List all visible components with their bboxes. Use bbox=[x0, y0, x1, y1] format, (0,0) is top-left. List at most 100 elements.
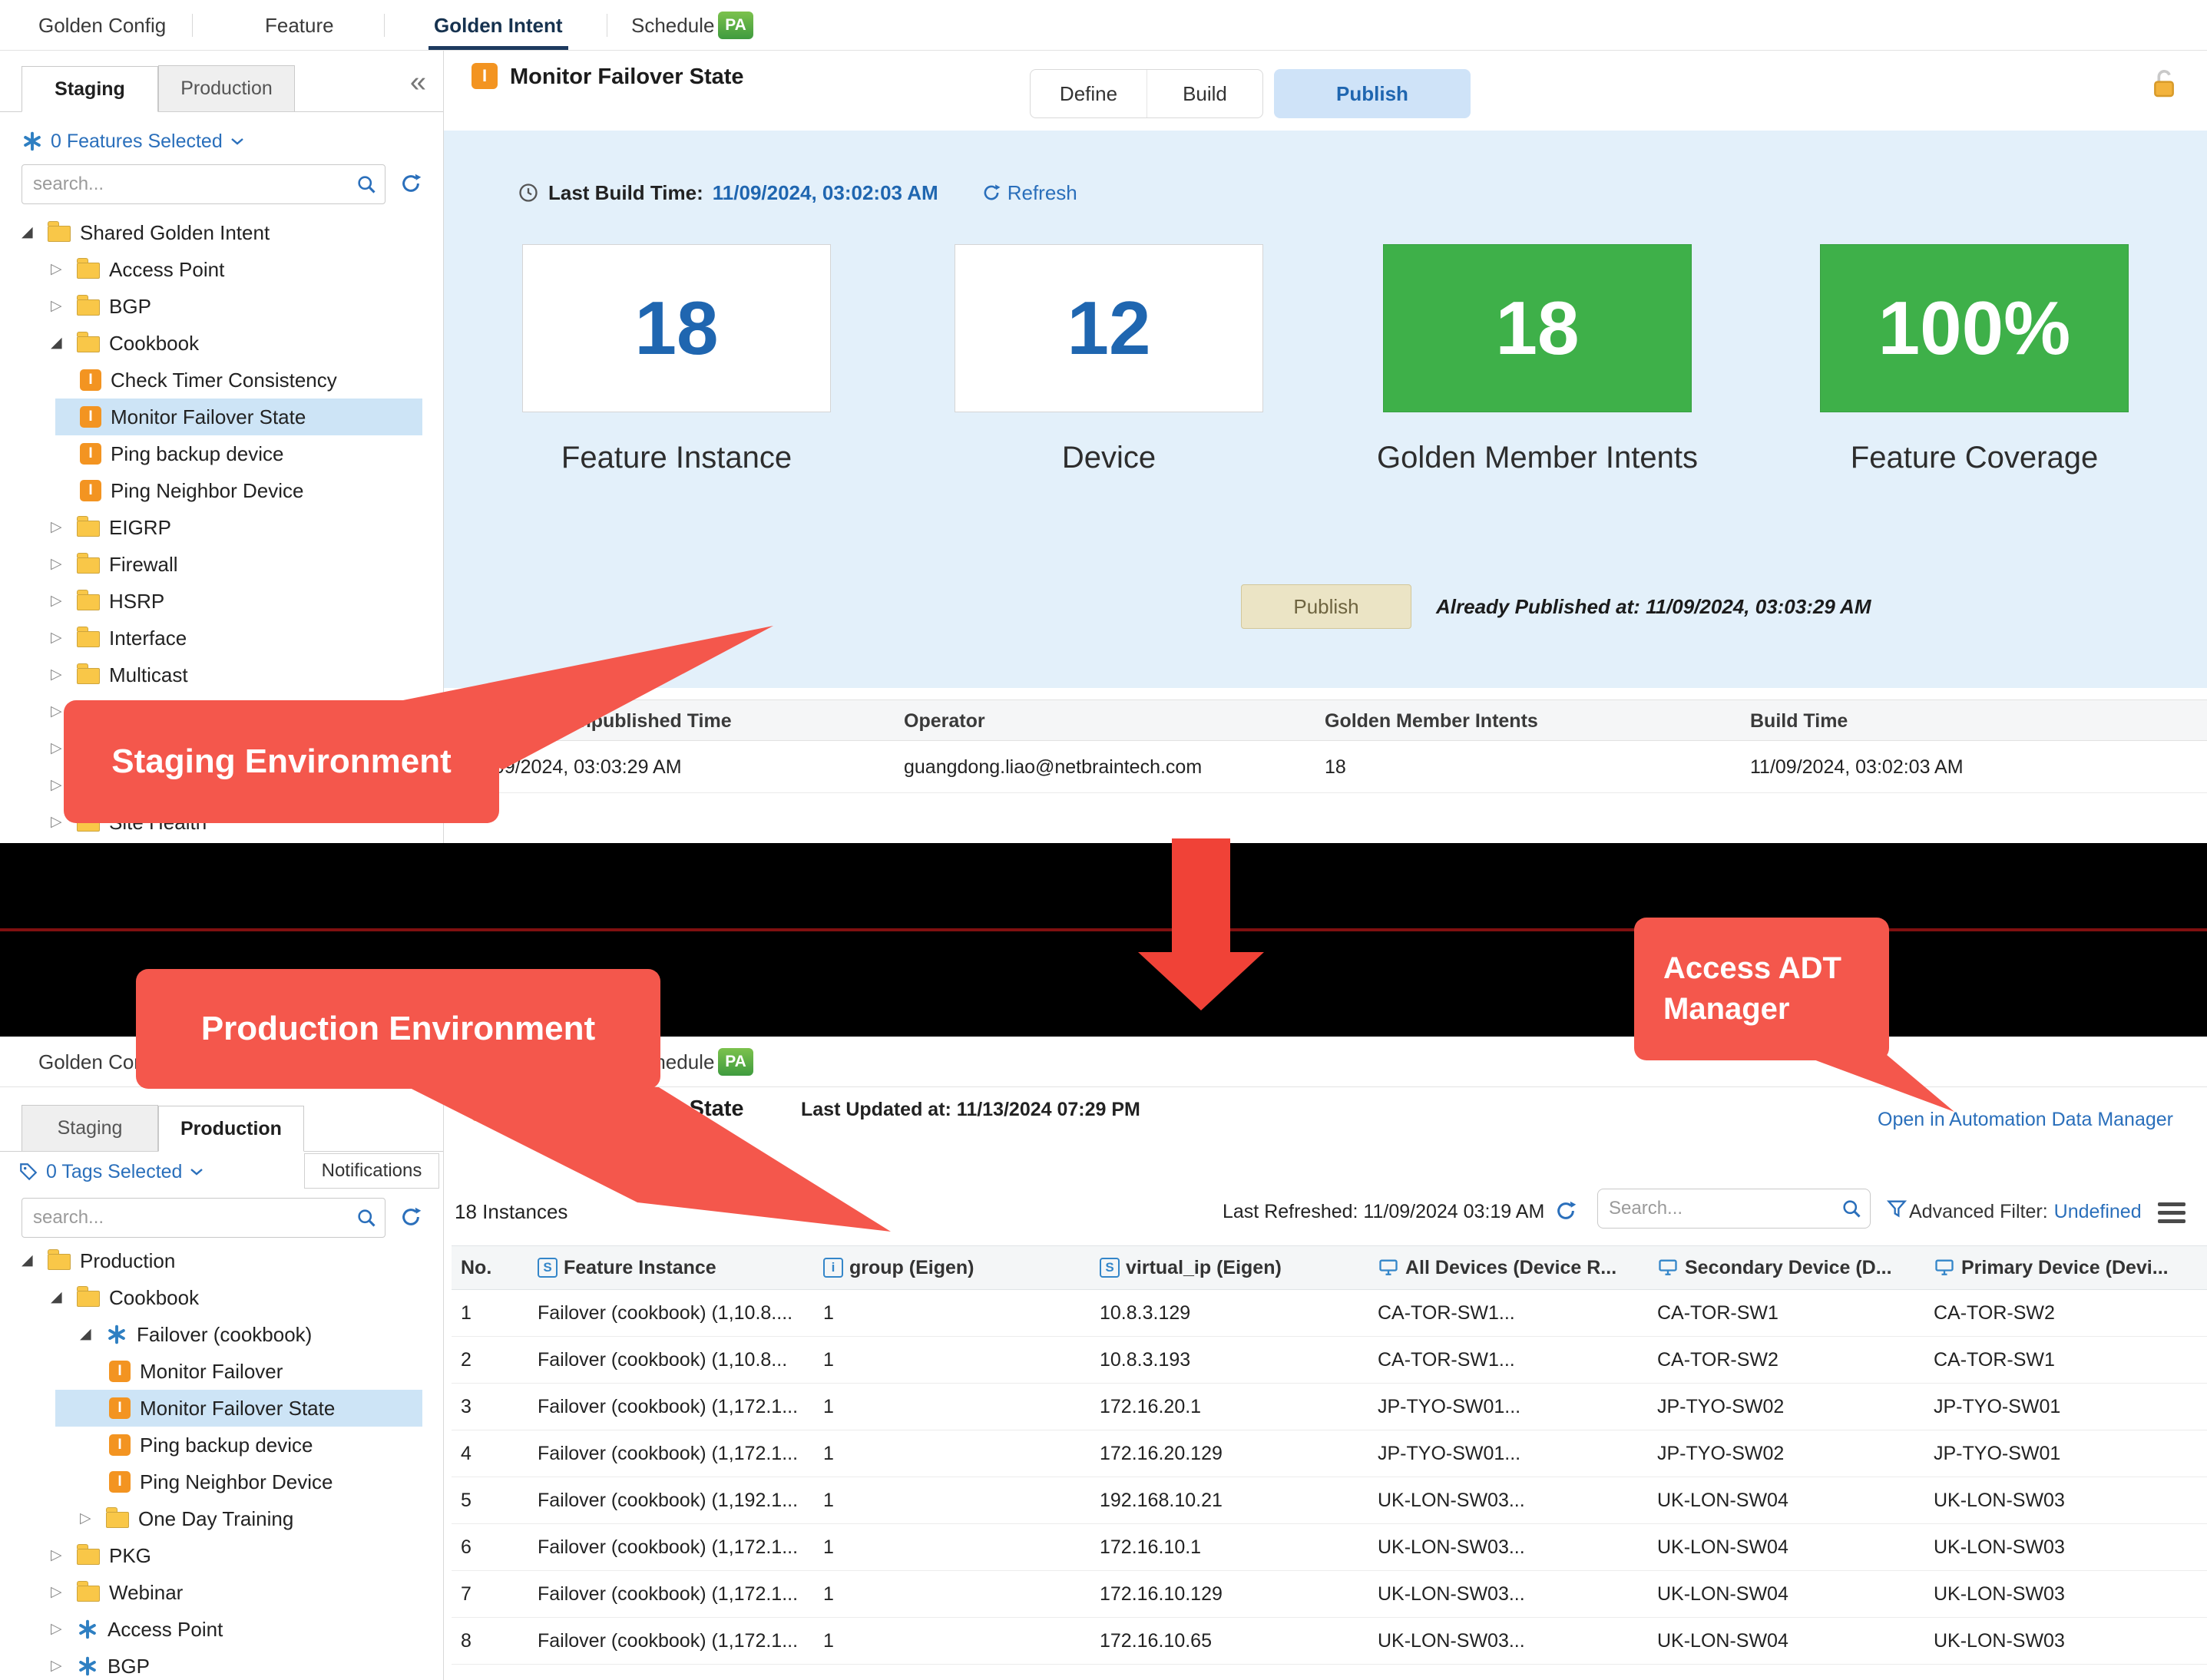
col-feature-instance[interactable]: SFeature Instance bbox=[528, 1246, 814, 1289]
table-row[interactable]: 7Failover (cookbook) (1,172.1...1172.16.… bbox=[452, 1571, 2207, 1618]
tree-item-label: Check Timer Consistency bbox=[111, 369, 337, 392]
table-row[interactable]: 6Failover (cookbook) (1,172.1...1172.16.… bbox=[452, 1524, 2207, 1571]
expand-toggle-icon[interactable]: ▷ bbox=[80, 1500, 106, 1537]
tab-golden-config[interactable]: Golden Config bbox=[38, 0, 166, 51]
tree-item-firewall[interactable]: ▷Firewall bbox=[0, 546, 442, 583]
last-build-row: Last Build Time: 11/09/2024, 03:02:03 AM… bbox=[518, 173, 1077, 213]
table-row[interactable]: 4Failover (cookbook) (1,172.1...1172.16.… bbox=[452, 1430, 2207, 1477]
table-row[interactable]: 8Failover (cookbook) (1,172.1...1172.16.… bbox=[452, 1618, 2207, 1665]
expand-toggle-icon[interactable]: ▷ bbox=[51, 1611, 77, 1648]
expand-toggle-icon[interactable]: ▷ bbox=[51, 656, 77, 693]
col-all-devices[interactable]: All Devices (Device R... bbox=[1368, 1246, 1648, 1289]
expand-toggle-icon[interactable]: ▷ bbox=[51, 620, 77, 656]
features-selected-filter[interactable]: 0 Features Selected bbox=[22, 127, 244, 155]
table-row[interactable]: 1Failover (cookbook) (1,10.8....110.8.3.… bbox=[452, 1290, 2207, 1337]
tree-item-check-timer-consistency[interactable]: ICheck Timer Consistency bbox=[0, 362, 442, 399]
tree-item-bgp[interactable]: ▷BGP bbox=[0, 1648, 442, 1680]
tree-item-multicast[interactable]: ▷Multicast bbox=[0, 656, 442, 693]
col-no[interactable]: No. bbox=[452, 1246, 528, 1289]
refresh-icon[interactable] bbox=[399, 1205, 422, 1232]
tree-item-webinar[interactable]: ▷Webinar bbox=[0, 1574, 442, 1611]
expand-toggle-icon[interactable]: ◢ bbox=[22, 214, 48, 251]
expand-toggle-icon[interactable]: ▷ bbox=[51, 288, 77, 325]
table-menu-icon[interactable] bbox=[2158, 1202, 2185, 1223]
expand-toggle-icon[interactable]: ▷ bbox=[51, 1574, 77, 1611]
tree-item-label: Production bbox=[80, 1249, 175, 1273]
tree-item-ping-neighbor-device[interactable]: IPing Neighbor Device bbox=[0, 472, 442, 509]
search-icon[interactable] bbox=[1841, 1198, 1862, 1219]
tree-item-interface[interactable]: ▷Interface bbox=[0, 620, 442, 656]
tree-item-label: Shared Golden Intent bbox=[80, 221, 270, 245]
expand-toggle-icon[interactable]: ◢ bbox=[51, 325, 77, 362]
tree-item-ping-neighbor-device[interactable]: IPing Neighbor Device bbox=[0, 1463, 442, 1500]
tree-item-access-point[interactable]: ▷Access Point bbox=[0, 251, 442, 288]
lock-icon[interactable] bbox=[2149, 68, 2179, 105]
tree-item-monitor-failover[interactable]: IMonitor Failover bbox=[0, 1353, 442, 1390]
tree-item-ping-backup-device[interactable]: IPing backup device bbox=[0, 435, 442, 472]
tree-item-cookbook[interactable]: ◢Cookbook bbox=[0, 1279, 442, 1316]
col-primary-device[interactable]: Primary Device (Devi... bbox=[1924, 1246, 2207, 1289]
table-cell: 1 bbox=[452, 1290, 528, 1336]
expand-toggle-icon[interactable]: ▷ bbox=[51, 1537, 77, 1574]
sidebar-tab-staging[interactable]: Staging bbox=[22, 66, 158, 112]
tree-item-monitor-failover-state[interactable]: IMonitor Failover State bbox=[0, 399, 442, 435]
publish-tab-button[interactable]: Publish bbox=[1274, 69, 1471, 118]
open-in-adm-link[interactable]: Open in Automation Data Manager bbox=[1878, 1109, 2173, 1131]
tree-item-failover-cookbook[interactable]: ◢Failover (cookbook) bbox=[0, 1316, 442, 1353]
stat-card-feature-coverage: 100% bbox=[1820, 244, 2129, 412]
expand-toggle-icon[interactable]: ▷ bbox=[51, 583, 77, 620]
sidebar-tab-production[interactable]: Production bbox=[158, 1106, 304, 1152]
tree-item-one-day-training[interactable]: ▷One Day Training bbox=[0, 1500, 442, 1537]
expand-toggle-icon[interactable]: ▷ bbox=[51, 251, 77, 288]
sidebar-tab-staging[interactable]: Staging bbox=[22, 1105, 158, 1151]
tags-selected-filter[interactable]: 0 Tags Selected bbox=[18, 1156, 203, 1187]
tree-item-eigrp[interactable]: ▷EIGRP bbox=[0, 509, 442, 546]
expand-toggle-icon[interactable]: ▷ bbox=[51, 509, 77, 546]
search-input[interactable] bbox=[22, 173, 356, 196]
table-row[interactable]: 3Failover (cookbook) (1,172.1...1172.16.… bbox=[452, 1384, 2207, 1430]
tags-selected-label: 0 Tags Selected bbox=[46, 1161, 182, 1183]
tab-golden-intent[interactable]: Golden Intent bbox=[434, 0, 563, 51]
search-input[interactable] bbox=[1598, 1197, 1841, 1220]
table-cell: 1 bbox=[814, 1571, 1090, 1617]
tree-item-access-point[interactable]: ▷Access Point bbox=[0, 1611, 442, 1648]
collapse-sidebar-icon[interactable]: « bbox=[410, 68, 426, 97]
refresh-icon[interactable] bbox=[399, 172, 422, 199]
tree-item-hsrp[interactable]: ▷HSRP bbox=[0, 583, 442, 620]
expand-toggle-icon[interactable]: ◢ bbox=[22, 1242, 48, 1279]
filter-funnel-icon[interactable] bbox=[1886, 1198, 1908, 1223]
sidebar-tab-production[interactable]: Production bbox=[158, 65, 295, 111]
search-icon[interactable] bbox=[356, 174, 377, 195]
col-secondary-device[interactable]: Secondary Device (D... bbox=[1648, 1246, 1924, 1289]
tree-item-cookbook[interactable]: ◢Cookbook bbox=[0, 325, 442, 362]
search-icon[interactable] bbox=[356, 1207, 377, 1229]
notifications-tab[interactable]: Notifications bbox=[304, 1153, 439, 1189]
col-virtual-ip[interactable]: Svirtual_ip (Eigen) bbox=[1090, 1246, 1368, 1289]
tree-item-monitor-failover-state[interactable]: IMonitor Failover State bbox=[0, 1390, 442, 1427]
tab-schedule[interactable]: Schedule bbox=[631, 0, 714, 51]
table-cell: 172.16.10.129 bbox=[1090, 1571, 1368, 1617]
refresh-icon[interactable] bbox=[1554, 1199, 1577, 1226]
expand-toggle-icon[interactable]: ▷ bbox=[51, 1648, 77, 1680]
advanced-filter-value[interactable]: Undefined bbox=[2054, 1193, 2142, 1230]
expand-toggle-icon[interactable]: ◢ bbox=[80, 1316, 106, 1353]
tree-item-ping-backup-device[interactable]: IPing backup device bbox=[0, 1427, 442, 1463]
expand-toggle-icon[interactable]: ◢ bbox=[51, 1279, 77, 1316]
define-button[interactable]: Define bbox=[1031, 70, 1147, 117]
refresh-link[interactable]: Refresh bbox=[981, 181, 1077, 205]
search-input[interactable] bbox=[22, 1206, 356, 1229]
build-button[interactable]: Build bbox=[1147, 70, 1262, 117]
table-cell: JP-TYO-SW02 bbox=[1648, 1384, 1924, 1430]
tree-item-pkg[interactable]: ▷PKG bbox=[0, 1537, 442, 1574]
table-cell: JP-TYO-SW01 bbox=[1924, 1384, 2207, 1430]
table-row[interactable]: 5Failover (cookbook) (1,192.1...1192.168… bbox=[452, 1477, 2207, 1524]
tree-item-production[interactable]: ◢ Production bbox=[0, 1242, 442, 1279]
active-tab-underline bbox=[428, 46, 568, 50]
publish-button[interactable]: Publish bbox=[1241, 584, 1411, 629]
expand-toggle-icon[interactable]: ▷ bbox=[51, 546, 77, 583]
tree-item-bgp[interactable]: ▷BGP bbox=[0, 288, 442, 325]
tree-item-shared-golden-intent[interactable]: ◢ Shared Golden Intent bbox=[0, 214, 442, 251]
tab-feature[interactable]: Feature bbox=[265, 0, 334, 51]
col-group[interactable]: igroup (Eigen) bbox=[814, 1246, 1090, 1289]
table-row[interactable]: 2Failover (cookbook) (1,10.8...110.8.3.1… bbox=[452, 1337, 2207, 1384]
